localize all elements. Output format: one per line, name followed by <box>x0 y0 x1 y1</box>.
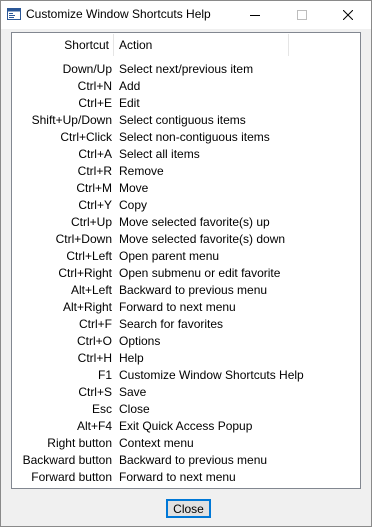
shortcut-cell: Ctrl+Right <box>58 266 112 280</box>
list-item[interactable]: Forward button Forward to next menu <box>12 468 360 485</box>
shortcut-cell: Down/Up <box>62 62 112 76</box>
list-item[interactable]: Ctrl+Right Open submenu or edit favorite <box>12 264 360 281</box>
shortcut-cell: Ctrl+N <box>77 79 112 93</box>
list-item[interactable]: Ctrl+O Options <box>12 332 360 349</box>
list-item[interactable]: Alt+F4 Exit Quick Access Popup <box>12 417 360 434</box>
list-item[interactable]: Ctrl+Down Move selected favorite(s) down <box>12 230 360 247</box>
action-cell: Add <box>119 79 141 93</box>
shortcut-cell: Ctrl+F <box>79 317 112 331</box>
action-cell: Open parent menu <box>119 249 220 263</box>
action-cell: Search for favorites <box>119 317 224 331</box>
list-item[interactable]: Ctrl+Up Move selected favorite(s) up <box>12 213 360 230</box>
shortcut-cell: Alt+Right <box>62 300 112 314</box>
action-cell: Move selected favorite(s) up <box>119 215 270 229</box>
shortcut-cell: Forward button <box>31 470 112 484</box>
action-cell: Context menu <box>119 436 194 450</box>
action-cell: Copy <box>119 198 148 212</box>
list-item[interactable]: Ctrl+S Save <box>12 383 360 400</box>
list-item[interactable]: Ctrl+R Remove <box>12 162 360 179</box>
column-header-shortcut[interactable]: Shortcut <box>64 38 109 52</box>
shortcut-cell: Esc <box>91 402 112 416</box>
action-cell: Select contiguous items <box>119 113 246 127</box>
minimize-button[interactable] <box>232 1 278 29</box>
action-cell: Close <box>119 402 150 416</box>
shortcut-cell: Alt+F4 <box>76 419 112 433</box>
list-item[interactable]: Ctrl+M Move <box>12 179 360 196</box>
maximize-button[interactable] <box>279 1 325 29</box>
title-bar[interactable]: Customize Window Shortcuts Help <box>1 1 371 29</box>
list-header: Shortcut Action <box>12 33 360 57</box>
list-item[interactable]: Down/Up Select next/previous item <box>12 60 360 77</box>
column-divider[interactable] <box>113 34 114 56</box>
list-rows: Down/Up Select next/previous item Ctrl+N A… <box>12 60 360 485</box>
close-window-button[interactable] <box>325 1 371 29</box>
list-item[interactable]: Right button Context menu <box>12 434 360 451</box>
list-item[interactable]: Alt+Left Backward to previous menu <box>12 281 360 298</box>
list-item[interactable]: Ctrl+Y Copy <box>12 196 360 213</box>
action-cell: Select non-contiguous items <box>119 130 270 144</box>
action-cell: Help <box>119 351 144 365</box>
action-cell: Customize Window Shortcuts Help <box>119 368 304 382</box>
list-item[interactable]: Ctrl+H Help <box>12 349 360 366</box>
action-cell: Save <box>119 385 147 399</box>
column-header-action[interactable]: Action <box>119 38 152 52</box>
action-cell: Select all items <box>119 147 200 161</box>
action-cell: Backward to previous menu <box>119 453 268 467</box>
help-window: Customize Window Shortcuts Help Shortcut… <box>0 0 372 527</box>
action-cell: Forward to next menu <box>119 300 236 314</box>
list-item[interactable]: Ctrl+Left Open parent menu <box>12 247 360 264</box>
shortcut-cell: Ctrl+M <box>76 181 112 195</box>
list-item[interactable]: F1 Customize Window Shortcuts Help <box>12 366 360 383</box>
shortcut-cell: Shift+Up/Down <box>31 113 112 127</box>
shortcut-cell: Ctrl+Y <box>78 198 112 212</box>
shortcut-cell: Ctrl+S <box>78 385 112 399</box>
action-cell: Remove <box>119 164 164 178</box>
list-item[interactable]: Ctrl+A Select all items <box>12 145 360 162</box>
app-icon <box>7 8 21 20</box>
shortcut-cell: Ctrl+R <box>77 164 112 178</box>
minimize-icon <box>250 15 260 16</box>
list-item[interactable]: Ctrl+N Add <box>12 77 360 94</box>
action-cell: Edit <box>119 96 140 110</box>
close-button[interactable]: Close <box>166 499 211 518</box>
action-cell: Move selected favorite(s) down <box>119 232 286 246</box>
action-cell: Exit Quick Access Popup <box>119 419 253 433</box>
list-item[interactable]: Ctrl+Click Select non-contiguous items <box>12 128 360 145</box>
shortcut-cell: F1 <box>97 368 112 382</box>
action-cell: Forward to next menu <box>119 470 236 484</box>
shortcut-cell: Backward button <box>22 453 112 467</box>
shortcut-cell: Ctrl+O <box>76 334 112 348</box>
action-cell: Move <box>119 181 149 195</box>
list-item[interactable]: Backward button Backward to previous menu <box>12 451 360 468</box>
column-divider[interactable] <box>288 34 289 56</box>
shortcut-cell: Ctrl+Click <box>60 130 112 144</box>
action-cell: Backward to previous menu <box>119 283 268 297</box>
list-item[interactable]: Alt+Right Forward to next menu <box>12 298 360 315</box>
maximize-icon <box>297 10 307 20</box>
shortcut-cell: Ctrl+Down <box>55 232 112 246</box>
window-title: Customize Window Shortcuts Help <box>26 7 211 21</box>
shortcut-cell: Ctrl+E <box>78 96 112 110</box>
list-item[interactable]: Shift+Up/Down Select contiguous items <box>12 111 360 128</box>
shortcut-cell: Ctrl+H <box>77 351 112 365</box>
list-item[interactable]: Esc Close <box>12 400 360 417</box>
close-icon <box>343 10 353 20</box>
shortcut-cell: Ctrl+A <box>78 147 112 161</box>
shortcut-cell: Ctrl+Up <box>70 215 112 229</box>
shortcut-cell: Alt+Left <box>70 283 112 297</box>
shortcut-cell: Right button <box>47 436 112 450</box>
list-item[interactable]: Ctrl+F Search for favorites <box>12 315 360 332</box>
shortcuts-list[interactable]: Shortcut Action Down/Up Select next/previ… <box>11 32 361 489</box>
action-cell: Select next/previous item <box>119 62 254 76</box>
list-item[interactable]: Ctrl+E Edit <box>12 94 360 111</box>
shortcut-cell: Ctrl+Left <box>66 249 112 263</box>
action-cell: Open submenu or edit favorite <box>119 266 281 280</box>
action-cell: Options <box>119 334 161 348</box>
